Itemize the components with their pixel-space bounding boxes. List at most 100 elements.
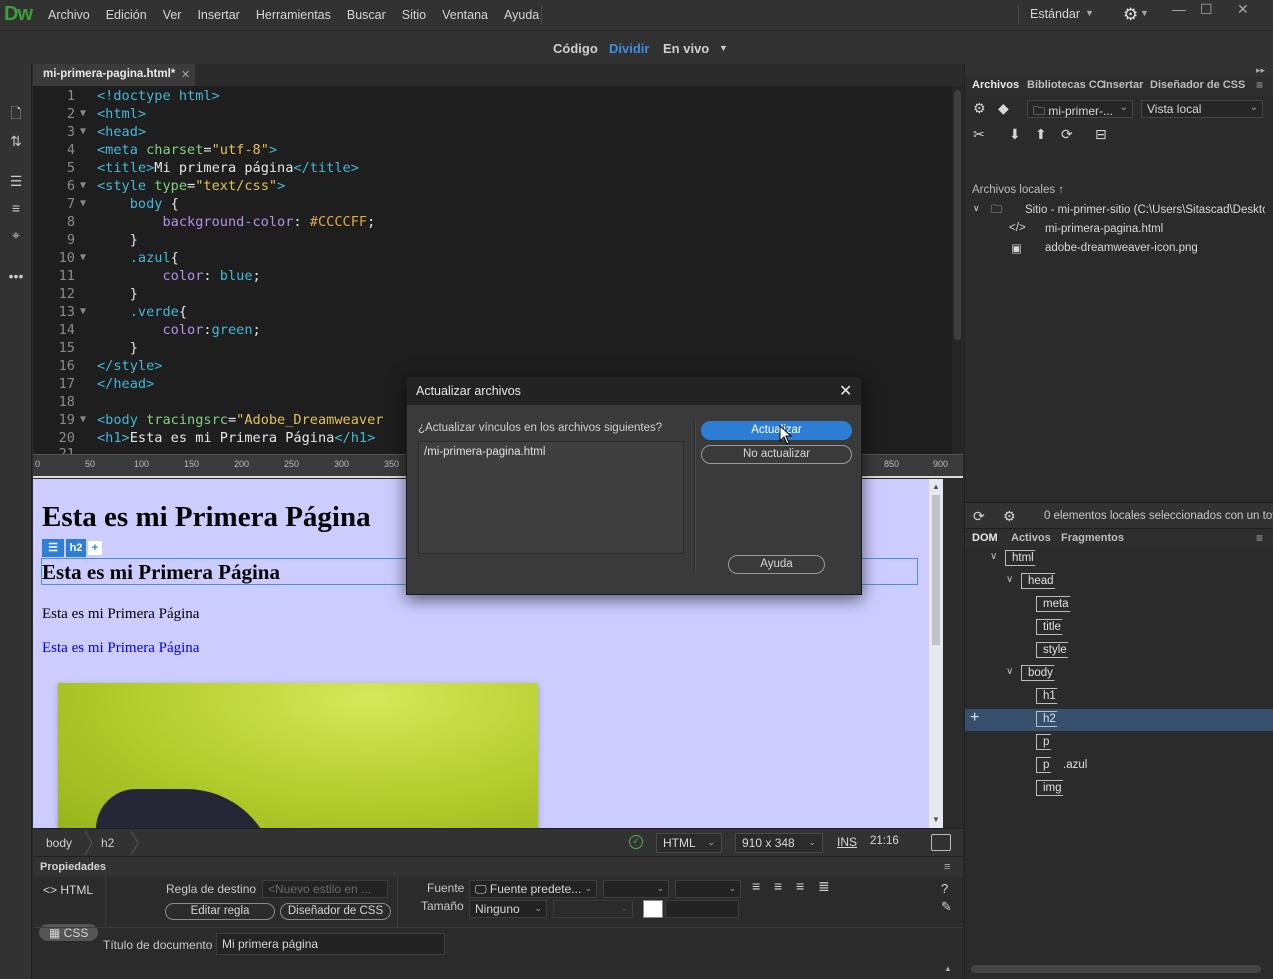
dom-node-head[interactable]: ∨ head	[965, 571, 1273, 593]
dom-node-p-azul[interactable]: p .azul	[965, 755, 1273, 777]
fold-toggle-icon[interactable]: ▼	[80, 126, 86, 137]
doctype-select[interactable]: HTML ⌄	[656, 833, 722, 853]
hud-tag-label[interactable]: h2	[66, 539, 86, 557]
network-icon[interactable]: ⚙	[1003, 508, 1016, 525]
code-line[interactable]: 3 ▼ <head>	[33, 124, 963, 142]
live-scrollbar[interactable]: ▲ ▼	[929, 479, 943, 828]
live-paragraph-azul[interactable]: Esta es mi Primera Página	[42, 640, 199, 657]
dom-tag[interactable]: head	[1021, 573, 1062, 589]
code-view-button[interactable]: Código	[553, 41, 598, 56]
file-item[interactable]: mi-primera-pagina.html	[1045, 223, 1163, 235]
chevron-down-icon[interactable]: ∨	[973, 203, 980, 214]
menu-ayuda[interactable]: Ayuda	[496, 8, 547, 22]
menu-buscar[interactable]: Buscar	[339, 8, 394, 22]
dom-tag[interactable]: title	[1036, 619, 1069, 635]
fold-toggle-icon[interactable]: ▼	[80, 108, 86, 119]
tab-activos[interactable]: Activos	[1011, 532, 1051, 544]
code-line[interactable]: 16 </style>	[33, 358, 963, 376]
code-line[interactable]: 14 color:green;	[33, 322, 963, 340]
hud-add-button[interactable]: +	[88, 541, 102, 555]
fold-toggle-icon[interactable]: ▼	[80, 252, 86, 263]
dom-node-style[interactable]: style	[965, 640, 1273, 662]
expand-panels-icon[interactable]: ▸▸	[1256, 65, 1265, 76]
scrollbar-thumb[interactable]	[932, 495, 940, 645]
file-item[interactable]: adobe-dreamweaver-icon.png	[1045, 242, 1198, 254]
code-line[interactable]: 11 color: blue;	[33, 268, 963, 286]
live-view-button[interactable]: En vivo	[663, 41, 709, 56]
html-mode-button[interactable]: <> HTML	[43, 883, 93, 897]
update-button[interactable]: Actualizar	[701, 421, 852, 440]
dom-node-body[interactable]: ∨ body	[965, 663, 1273, 685]
get-files-icon[interactable]: ⬇	[1009, 126, 1021, 143]
workspace-switcher[interactable]: Estándar	[1030, 7, 1080, 21]
edit-icon[interactable]: ✎	[941, 899, 952, 915]
refresh-icon[interactable]: ⟳	[973, 508, 985, 525]
chevron-down-icon[interactable]: ∨	[1006, 574, 1013, 585]
dom-tag[interactable]: meta	[1036, 596, 1077, 612]
code-line[interactable]: 4 <meta charset="utf-8">	[33, 142, 963, 160]
dom-tag[interactable]: p	[1036, 757, 1057, 773]
code-line[interactable]: 7 ▼ body {	[33, 196, 963, 214]
css-designer-button[interactable]: Diseñador de CSS	[280, 903, 391, 920]
more-icon[interactable]: •••	[7, 267, 25, 285]
dom-node-h1[interactable]: h1	[965, 686, 1273, 708]
align-right-icon[interactable]: ≡	[796, 878, 804, 894]
menu-archivo[interactable]: Archivo	[40, 8, 98, 22]
chevron-down-icon[interactable]: ∨	[1006, 666, 1013, 677]
chevron-down-icon[interactable]: ▼	[1085, 8, 1094, 18]
document-tab[interactable]: mi-primera-pagina.html* ✕	[33, 64, 195, 86]
tab-bibliotecas-cc[interactable]: Bibliotecas CC	[1027, 79, 1105, 91]
font-style-select[interactable]: ⌄	[603, 880, 669, 898]
dom-tag[interactable]: img	[1036, 780, 1070, 796]
code-line[interactable]: 10 ▼ .azul{	[33, 250, 963, 268]
live-paragraph[interactable]: Esta es mi Primera Página	[42, 606, 199, 623]
code-line[interactable]: 6 ▼ <style type="text/css">	[33, 178, 963, 196]
indent-icon[interactable]: ≡	[7, 199, 25, 217]
panel-menu-icon[interactable]: ≡	[1256, 531, 1263, 545]
format-source-icon[interactable]: ☰	[7, 172, 25, 190]
tab-insertar[interactable]: Insertar	[1103, 79, 1143, 91]
code-line[interactable]: 9}	[33, 232, 963, 250]
dom-node-img[interactable]: img	[965, 778, 1273, 800]
size-select[interactable]: Ninguno ⌄	[469, 900, 547, 918]
tab-fragmentos[interactable]: Fragmentos	[1061, 532, 1124, 544]
chevron-down-icon[interactable]: ∨	[990, 551, 997, 562]
dom-tag[interactable]: html	[1005, 550, 1042, 566]
dom-node-meta[interactable]: meta	[965, 594, 1273, 616]
collapse-icon[interactable]: ▲	[944, 964, 952, 973]
target-icon[interactable]: ⌖	[7, 226, 25, 244]
dom-node-title[interactable]: title	[965, 617, 1273, 639]
code-line[interactable]: 1 <!doctype html>	[33, 88, 963, 106]
splitter[interactable]	[943, 479, 963, 828]
transfer-icon[interactable]: ⇅	[7, 132, 25, 150]
put-files-icon[interactable]: ⬆	[1035, 126, 1047, 143]
menu-ver[interactable]: Ver	[155, 8, 190, 22]
code-line[interactable]: 12}	[33, 286, 963, 304]
code-line[interactable]: 5 <title>Mi primera página</title>	[33, 160, 963, 178]
align-center-icon[interactable]: ≡	[774, 878, 782, 894]
font-select[interactable]: 🖵 Fuente predete... ⌄	[469, 880, 597, 898]
panel-menu-icon[interactable]: ≡	[1256, 78, 1263, 92]
dom-tag[interactable]: p	[1036, 734, 1057, 750]
dom-tag[interactable]: style	[1036, 642, 1075, 658]
chevron-down-icon[interactable]: ▼	[1140, 8, 1149, 18]
site-root[interactable]: Sitio - mi-primer-sitio (C:\Users\Sitasc…	[1025, 204, 1265, 216]
live-image[interactable]	[58, 683, 538, 828]
local-files-header[interactable]: Archivos locales ↑	[972, 184, 1064, 196]
maximize-icon[interactable]: ☐	[1200, 1, 1213, 18]
dom-node-html[interactable]: ∨ html	[965, 548, 1273, 570]
dom-scrollbar[interactable]	[971, 965, 1261, 973]
hamburger-icon[interactable]: ☰	[42, 539, 64, 557]
edit-rule-button[interactable]: Editar regla	[165, 903, 275, 920]
align-left-icon[interactable]: ≡	[752, 878, 760, 894]
insert-mode[interactable]: INS	[837, 835, 857, 849]
target-rule-select[interactable]: <Nuevo estilo en ...	[262, 880, 388, 898]
fold-toggle-icon[interactable]: ▼	[80, 198, 86, 209]
breadcrumb-h2[interactable]: h2	[93, 834, 122, 852]
code-line[interactable]: 8 background-color: #CCCCFF;	[33, 214, 963, 232]
menu-edicion[interactable]: Edición	[98, 8, 155, 22]
color-input[interactable]	[665, 900, 739, 918]
menu-ventana[interactable]: Ventana	[434, 8, 496, 22]
doc-title-input[interactable]: Mi primera página	[216, 933, 445, 955]
preview-icon[interactable]	[931, 834, 951, 851]
